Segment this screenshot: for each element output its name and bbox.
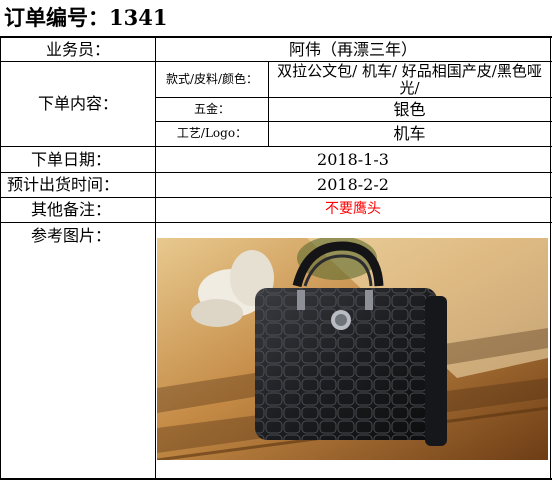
salesperson-label: 业务员：: [45, 39, 110, 59]
order-content-label: 下单内容：: [37, 94, 118, 114]
order-date-value: 2018-1-3: [317, 149, 389, 169]
grid-line: [550, 36, 551, 480]
reference-photo: [157, 238, 548, 460]
craft-logo-value: 机车: [393, 124, 426, 144]
remarks-label: 其他备注：: [31, 200, 112, 220]
style-value: 双拉公文包/ 机车/ 好品相国产皮/黑色哑光/: [277, 62, 542, 97]
remarks-value: 不要鹰头: [325, 201, 381, 218]
order-date-label: 下单日期：: [31, 149, 112, 169]
salesperson-value: 阿伟（再漂三年）: [288, 39, 417, 59]
craft-logo-label: 工艺/Logo：: [176, 126, 248, 141]
hardware-value: 银色: [393, 99, 426, 119]
reference-image-label: 参考图片：: [31, 226, 112, 246]
briefcase-photo-illustration: [157, 238, 548, 460]
grid-line: [0, 478, 552, 480]
style-label: 款式/皮料/颜色：: [165, 71, 259, 86]
ship-date-label: 预计出货时间：: [7, 175, 120, 195]
hardware-label: 五金：: [193, 101, 230, 116]
order-number-title: 订单编号：1341: [4, 5, 168, 31]
ship-date-value: 2018-2-2: [317, 175, 389, 195]
order-sheet: 订单编号：1341 业务员： 阿伟（再漂三年） 下单内容： 款式/皮料/颜色： …: [0, 0, 552, 482]
